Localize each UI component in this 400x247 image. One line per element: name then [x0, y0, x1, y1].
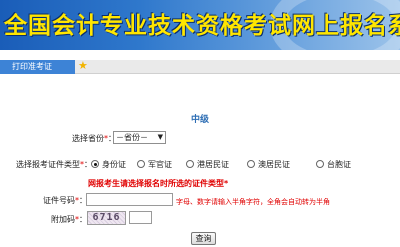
radio-label: 台胞证 [327, 159, 351, 169]
province-label-group: 选择省份*： [72, 134, 116, 143]
radio-button[interactable] [91, 160, 99, 168]
radio-button[interactable] [186, 160, 194, 168]
required-mark: * [75, 196, 79, 205]
id-type-label-group: 选择报考证件类型*： [16, 160, 92, 169]
id-number-hint: 字母、数字请输入半角字符，全角会自动转为半角 [176, 198, 330, 206]
captcha-input[interactable] [129, 211, 152, 224]
id-number-label-group: 证件号码*： [43, 196, 87, 205]
id-type-warning: 网报考生请选择报名时所选的证件类型* [88, 179, 229, 188]
required-mark: * [80, 160, 84, 169]
required-mark: * [104, 134, 108, 143]
captcha-label: 附加码 [51, 215, 75, 224]
province-select-value: －省份－ [116, 133, 148, 142]
exam-level-title: 中级 [190, 115, 209, 125]
radio-option-hk-resident-card[interactable]: 港居民证 [186, 159, 229, 169]
radio-label: 军官证 [148, 159, 172, 169]
captcha-label-group: 附加码*： [51, 215, 87, 224]
radio-button[interactable] [137, 160, 145, 168]
province-label: 选择省份 [72, 134, 104, 143]
star-icon: ★ [78, 59, 88, 72]
query-button[interactable]: 查询 [191, 232, 216, 245]
radio-label: 澳居民证 [258, 159, 290, 169]
radio-label: 身份证 [102, 159, 126, 169]
tab-print-admission-ticket[interactable]: 打印准考证 [0, 60, 75, 74]
chevron-down-icon: ▼ [157, 133, 163, 141]
radio-button[interactable] [316, 160, 324, 168]
radio-option-id-card[interactable]: 身份证 [91, 159, 126, 169]
id-number-input[interactable] [86, 193, 173, 206]
captcha-image[interactable]: 6716 [87, 211, 126, 225]
id-number-label: 证件号码 [43, 196, 75, 205]
radio-option-officer-card[interactable]: 军官证 [137, 159, 172, 169]
radio-label: 港居民证 [197, 159, 229, 169]
required-mark: * [75, 215, 79, 224]
app-title: 全国会计专业技术资格考试网上报名系统 [4, 13, 400, 39]
nav-bar: 打印准考证 ★ [0, 60, 400, 74]
radio-option-taiwan-compatriot-card[interactable]: 台胞证 [316, 159, 351, 169]
radio-button[interactable] [247, 160, 255, 168]
header-banner: 全国会计专业技术资格考试网上报名系统 [0, 0, 400, 50]
radio-option-macau-resident-card[interactable]: 澳居民证 [247, 159, 290, 169]
id-type-label: 选择报考证件类型 [16, 160, 80, 169]
province-select[interactable]: －省份－ ▼ [113, 131, 166, 144]
